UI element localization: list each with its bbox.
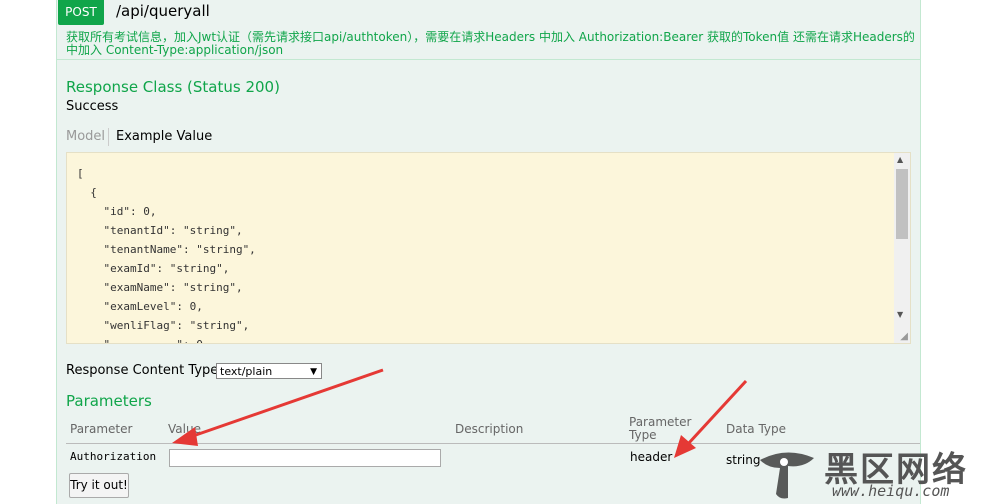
- scrollbar-thumb[interactable]: [896, 169, 908, 239]
- try-it-out-button[interactable]: Try it out!: [69, 473, 129, 498]
- parameters-title: Parameters: [66, 392, 152, 410]
- divider: [57, 59, 920, 60]
- response-status-text: Success: [66, 99, 119, 114]
- example-value-box[interactable]: [ { "id": 0, "tenantId": "string", "tena…: [66, 152, 911, 344]
- vertical-scrollbar[interactable]: ▲ ▼: [894, 153, 910, 343]
- column-header-data-type: Data Type: [726, 422, 787, 436]
- column-header-parameter: Parameter: [70, 422, 133, 436]
- resize-grip-icon[interactable]: ◢: [900, 331, 908, 342]
- authorization-value-input[interactable]: [169, 449, 441, 467]
- watermark-logo-icon: [760, 452, 814, 499]
- code-line: "examName": "string",: [77, 281, 243, 294]
- operation-description: 获取所有考试信息，加入Jwt认证（需先请求接口api/authtoken），需要…: [66, 30, 915, 57]
- tab-model[interactable]: Model: [66, 129, 105, 144]
- scroll-down-arrow-icon[interactable]: ▼: [897, 310, 903, 319]
- code-line: "examLevel": 0,: [77, 300, 203, 313]
- tab-example-value[interactable]: Example Value: [116, 129, 212, 144]
- operation-path[interactable]: /api/queryall: [116, 2, 210, 20]
- example-code: [ { "id": 0, "tenantId": "string", "tena…: [77, 164, 256, 343]
- param-type: header: [630, 450, 673, 464]
- tab-separator: [108, 128, 109, 146]
- code-line: "tenantId": "string",: [77, 224, 243, 237]
- watermark: 黑区网络 www.heiqu.com: [746, 440, 981, 504]
- operation-panel: POST /api/queryall 获取所有考试信息，加入Jwt认证（需先请求…: [56, 0, 921, 504]
- column-header-description: Description: [455, 422, 524, 436]
- response-class-title: Response Class (Status 200): [66, 78, 280, 96]
- code-line: [: [77, 167, 84, 180]
- column-header-value: Value: [168, 422, 201, 436]
- code-line: {: [77, 186, 97, 199]
- dropdown-arrow-icon: ▼: [310, 367, 317, 377]
- operation-header[interactable]: POST /api/queryall: [57, 0, 920, 25]
- code-line: "__________": 0: [77, 335, 256, 343]
- method-badge[interactable]: POST: [58, 0, 104, 25]
- response-content-type-select[interactable]: text/plain ▼: [216, 363, 322, 379]
- column-header-parameter-type: Parameter Type: [629, 415, 692, 442]
- code-line: "tenantName": "string",: [77, 243, 256, 256]
- response-content-type-value: text/plain: [220, 365, 273, 378]
- code-line: "wenliFlag": "string",: [77, 319, 250, 332]
- param-name-authorization: Authorization: [70, 450, 157, 463]
- watermark-url: www.heiqu.com: [832, 482, 950, 500]
- code-line: "examId": "string",: [77, 262, 230, 275]
- scroll-up-arrow-icon[interactable]: ▲: [897, 155, 903, 164]
- response-content-type-label: Response Content Type: [66, 363, 219, 378]
- code-line: "id": 0,: [77, 205, 157, 218]
